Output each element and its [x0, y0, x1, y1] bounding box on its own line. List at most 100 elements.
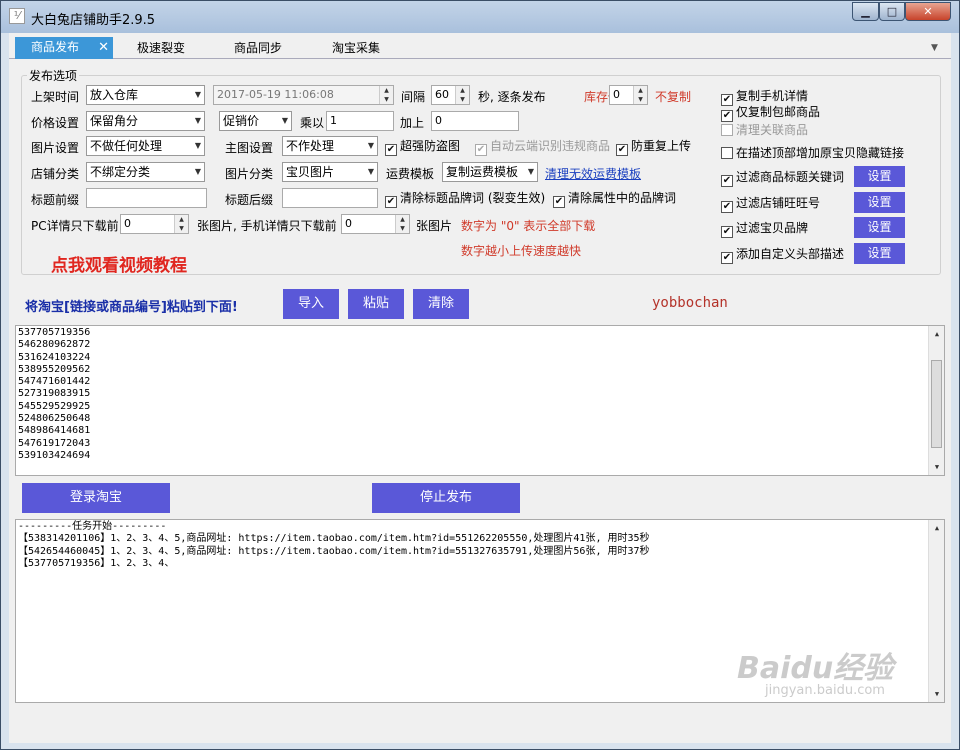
clear-freight-link[interactable]: 清理无效运费模板 [545, 165, 641, 182]
tab-publish[interactable]: 商品发布 ✕ [15, 37, 113, 59]
clear-brand-title-label: 清除标题品牌词 (裂变生效) [400, 191, 546, 205]
check-icon: ✔ [721, 110, 733, 122]
interval-label: 间隔 [401, 90, 426, 104]
suffix-label: 标题后缀 [225, 193, 274, 207]
hint-zero: 数字为 "0" 表示全部下载 [461, 219, 596, 233]
freight-select[interactable]: 复制运费模板 [442, 162, 538, 182]
pc-spin-icon[interactable]: ▲ ▼ [174, 215, 188, 233]
interval-value: 60 [435, 88, 449, 101]
img-category-label: 图片分类 [225, 167, 274, 181]
interval-unit: 秒, 逐条发布 [478, 90, 546, 104]
multiply-input[interactable]: 1 [326, 111, 394, 131]
item-id-list: 537705719356 546280962872 531624103224 5389… [18, 327, 942, 462]
prefix-input[interactable] [86, 188, 207, 208]
price-select[interactable]: 保留角分 [86, 111, 205, 131]
tab-dropdown-icon[interactable]: ▼ [931, 43, 938, 53]
datetime-field[interactable]: 2017-05-19 11:06:08 ▲ ▼ [213, 85, 394, 105]
clear-brand-title-checkbox[interactable]: ✔ 清除标题品牌词 (裂变生效) [385, 191, 545, 208]
pc-detail-input[interactable]: 0 ▲ ▼ [120, 214, 189, 234]
option-checkbox[interactable]: ✔ 过滤商品标题关键词 [721, 170, 844, 187]
stock-low-input[interactable]: 0 ▲ ▼ [609, 85, 648, 105]
tab-fission[interactable]: 极速裂变 [113, 39, 209, 59]
clear-button[interactable]: 清除 [413, 289, 469, 319]
option-checkbox[interactable]: ✔ 过滤宝贝品牌 [721, 221, 808, 238]
check-icon: ✔ [616, 144, 628, 156]
watermark-url: jingyan.baidu.com [765, 683, 885, 698]
login-taobao-button[interactable]: 登录淘宝 [22, 483, 170, 513]
option-checkbox[interactable]: ✔ 添加自定义头部描述 [721, 247, 844, 264]
app-logo-icon: ⅟ [9, 8, 25, 24]
img-category-select[interactable]: 宝贝图片 [282, 162, 378, 182]
datetime-value: 2017-05-19 11:06:08 [217, 88, 334, 101]
datetime-spin-icon[interactable]: ▲ ▼ [379, 86, 393, 104]
minimize-button[interactable]: ▁ [852, 2, 879, 21]
scroll-down-icon[interactable]: ▼ [929, 459, 944, 475]
image-label: 图片设置 [31, 141, 80, 155]
scroll-thumb[interactable] [931, 360, 942, 448]
import-button[interactable]: 导入 [283, 289, 339, 319]
option-checkbox[interactable]: ✔ 过滤店铺旺旺号 [721, 196, 820, 213]
pc-detail-value: 0 [124, 217, 131, 230]
tab-taobao-collect[interactable]: 淘宝采集 [307, 39, 405, 59]
mobile-detail-input[interactable]: 0 ▲ ▼ [341, 214, 410, 234]
settings-button[interactable]: 设置 [854, 166, 905, 187]
option-checkbox[interactable]: ✔ 复制手机详情 [721, 89, 808, 106]
freight-label: 运费模板 [386, 167, 435, 181]
check-icon: ✔ [721, 226, 733, 238]
log-line: 【537705719356】1、2、3、4、 [18, 557, 175, 569]
maximize-button[interactable]: □ [879, 2, 905, 21]
prefix-label: 标题前缀 [31, 193, 80, 207]
main-image-select[interactable]: 不作处理 [282, 136, 378, 156]
suffix-input[interactable] [282, 188, 378, 208]
anti-theft-checkbox[interactable]: ✔ 超强防盗图 [385, 139, 460, 156]
item-id-line: 548986414681 [18, 425, 91, 437]
scroll-up-icon[interactable]: ▲ [929, 326, 944, 342]
title-bar[interactable]: ⅟ 大白兔店铺助手2.9.5 ▁ □ ✕ [1, 1, 959, 33]
option-label: 复制手机详情 [736, 89, 809, 103]
promo-select[interactable]: 促销价 [219, 111, 292, 131]
shelf-time-label: 上架时间 [31, 90, 80, 104]
scroll-up-icon[interactable]: ▲ [929, 520, 944, 536]
check-icon [721, 124, 733, 136]
check-icon: ✔ [385, 196, 397, 208]
category-select[interactable]: 不绑定分类 [86, 162, 205, 182]
stop-publish-button[interactable]: 停止发布 [372, 483, 520, 513]
log-scrollbar[interactable]: ▲ ▼ [928, 520, 944, 702]
option-checkbox[interactable]: 在描述顶部增加原宝贝隐藏链接 [721, 146, 904, 160]
settings-button[interactable]: 设置 [854, 243, 905, 264]
tab-sync[interactable]: 商品同步 [209, 39, 307, 59]
pc-detail-label: PC详情只下载前 [31, 219, 119, 233]
prevent-dup-checkbox[interactable]: ✔ 防重复上传 [616, 139, 691, 156]
item-id-textarea[interactable]: 537705719356 546280962872 531624103224 5389… [15, 325, 945, 476]
stock-low-value: 0 [613, 88, 620, 101]
clear-brand-attr-checkbox[interactable]: ✔ 清除属性中的品牌词 [553, 191, 676, 208]
price-label: 价格设置 [31, 116, 80, 130]
add-input[interactable]: 0 [431, 111, 519, 131]
option-checkbox[interactable]: 清理关联商品 [721, 123, 808, 137]
close-button[interactable]: ✕ [905, 2, 951, 21]
shelf-time-select[interactable]: 放入仓库 [86, 85, 205, 105]
mobile-spin-icon[interactable]: ▲ ▼ [395, 215, 409, 233]
settings-button[interactable]: 设置 [854, 192, 905, 213]
option-checkbox[interactable]: ✔ 仅复制包邮商品 [721, 105, 820, 122]
option-label: 仅复制包邮商品 [736, 105, 821, 119]
ids-scrollbar[interactable]: ▲ ▼ [928, 326, 944, 475]
hint-speed: 数字越小上传速度越快 [461, 244, 582, 258]
add-label: 加上 [400, 116, 425, 130]
log-line: ---------任务开始--------- [18, 521, 167, 532]
option-label: 过滤店铺旺旺号 [736, 196, 821, 210]
paste-button[interactable]: 粘贴 [348, 289, 404, 319]
tab-bar: 商品发布 ✕ 极速裂变 商品同步 淘宝采集 ▼ [9, 37, 951, 59]
interval-input[interactable]: 60 ▲ ▼ [431, 85, 470, 105]
video-tutorial-link[interactable]: 点我观看视频教程 [51, 251, 187, 276]
auto-cloud-label: 自动云端识别违规商品 [490, 139, 611, 153]
settings-button[interactable]: 设置 [854, 217, 905, 238]
auto-cloud-checkbox[interactable]: ✔ 自动云端识别违规商品 [475, 139, 610, 156]
app-window: ⅟ 大白兔店铺助手2.9.5 ▁ □ ✕ 商品发布 ✕ 极速裂变 商品同步 淘宝… [0, 0, 960, 750]
stock-spin-icon[interactable]: ▲ ▼ [633, 86, 647, 104]
image-select[interactable]: 不做任何处理 [86, 136, 205, 156]
interval-spin-icon[interactable]: ▲ ▼ [455, 86, 469, 104]
scroll-down-icon[interactable]: ▼ [929, 686, 944, 702]
tab-close-icon[interactable]: ✕ [98, 37, 109, 58]
item-id-line: 527319083915 [18, 388, 91, 400]
